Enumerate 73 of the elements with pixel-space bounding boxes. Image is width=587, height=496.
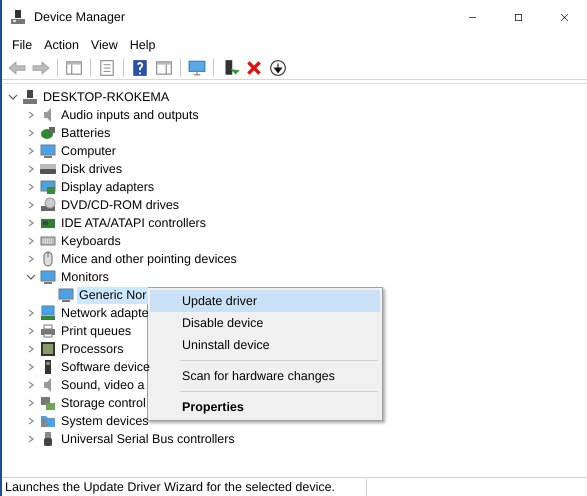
- expand-caret-icon[interactable]: [26, 236, 36, 246]
- printer-icon: [40, 323, 56, 339]
- menu-item[interactable]: Scan for hardware changes: [150, 365, 380, 387]
- tree-item[interactable]: Keyboards: [59, 232, 123, 250]
- tree-item[interactable]: IDE ATA/ATAPI controllers: [59, 214, 208, 232]
- expand-caret-icon[interactable]: [26, 308, 36, 318]
- expand-caret-icon[interactable]: [26, 218, 36, 228]
- expand-caret-icon[interactable]: [26, 182, 36, 192]
- help-icon[interactable]: [131, 58, 149, 76]
- tree-item[interactable]: Audio inputs and outputs: [59, 106, 201, 124]
- storage-icon: [40, 395, 56, 411]
- tree-item[interactable]: Computer: [59, 142, 118, 160]
- tree-item[interactable]: Batteries: [59, 124, 112, 142]
- window-title: Device Manager: [34, 8, 126, 26]
- expand-caret-icon[interactable]: [26, 434, 36, 444]
- tree-item[interactable]: Disk drives: [59, 160, 124, 178]
- tree-item[interactable]: DVD/CD-ROM drives: [59, 196, 182, 214]
- close-icon: [558, 12, 570, 22]
- expand-caret-icon[interactable]: [26, 344, 36, 354]
- processor-icon: [40, 341, 56, 357]
- properties-icon[interactable]: [98, 58, 116, 76]
- disk-drive-icon: [40, 161, 56, 177]
- menu-item[interactable]: Uninstall device: [150, 334, 380, 356]
- tree-item[interactable]: Network adapte: [59, 304, 151, 322]
- app-icon: [10, 9, 26, 25]
- tree-item[interactable]: Monitors: [59, 268, 111, 286]
- down-arrow-circle-icon[interactable]: [269, 58, 287, 76]
- pane-icon[interactable]: [155, 58, 173, 76]
- expand-caret-icon[interactable]: [26, 254, 36, 264]
- tree-item[interactable]: Mice and other pointing devices: [59, 250, 239, 268]
- expand-caret-icon[interactable]: [26, 146, 36, 156]
- expand-caret-icon[interactable]: [26, 326, 36, 336]
- folder-icon: [40, 413, 56, 429]
- expand-caret-icon[interactable]: [26, 164, 36, 174]
- tree-item[interactable]: Processors: [59, 340, 126, 358]
- expand-caret-icon[interactable]: [26, 398, 36, 408]
- maximize-icon: [512, 12, 524, 22]
- expand-caret-icon[interactable]: [26, 416, 36, 426]
- display-adapter-icon: [40, 179, 56, 195]
- tree-item[interactable]: Display adapters: [59, 178, 156, 196]
- collapse-caret-icon[interactable]: [26, 272, 36, 282]
- menu-item[interactable]: Help: [124, 36, 162, 54]
- delete-icon[interactable]: [245, 58, 263, 76]
- computer-icon: [22, 89, 38, 105]
- tree-item[interactable]: DESKTOP-RKOKEMA: [41, 88, 172, 106]
- tree-item[interactable]: Generic Nor: [77, 286, 148, 304]
- menu-item[interactable]: Update driver: [150, 290, 380, 312]
- expand-caret-icon[interactable]: [26, 128, 36, 138]
- expand-caret-icon[interactable]: [26, 110, 36, 120]
- battery-icon: [40, 125, 56, 141]
- tree-item[interactable]: System devices: [59, 412, 151, 430]
- menu-item[interactable]: Properties: [150, 396, 380, 418]
- menu-item[interactable]: File: [6, 36, 38, 54]
- monitor-icon: [40, 269, 56, 285]
- monitor-icon: [58, 287, 74, 303]
- expand-caret-icon[interactable]: [26, 200, 36, 210]
- tree-item[interactable]: Software device: [59, 358, 152, 376]
- tree-item[interactable]: Print queues: [59, 322, 134, 340]
- expand-caret-icon[interactable]: [26, 380, 36, 390]
- pane-icon[interactable]: [65, 58, 83, 76]
- menu-item[interactable]: Disable device: [150, 312, 380, 334]
- tree-item[interactable]: Storage control: [59, 394, 148, 412]
- collapse-caret-icon[interactable]: [8, 92, 18, 102]
- menu-item[interactable]: Action: [38, 36, 85, 54]
- menu-item[interactable]: View: [84, 36, 124, 54]
- expand-caret-icon[interactable]: [26, 362, 36, 372]
- disc-drive-icon: [40, 197, 56, 213]
- monitor-icon: [40, 143, 56, 159]
- network-icon: [40, 305, 56, 321]
- status-text: Launches the Update Driver Wizard for the selected device.: [5, 478, 336, 496]
- monitor-icon[interactable]: [188, 58, 206, 76]
- tree-item[interactable]: Universal Serial Bus controllers: [59, 430, 237, 448]
- tree-item[interactable]: Sound, video a: [59, 376, 146, 394]
